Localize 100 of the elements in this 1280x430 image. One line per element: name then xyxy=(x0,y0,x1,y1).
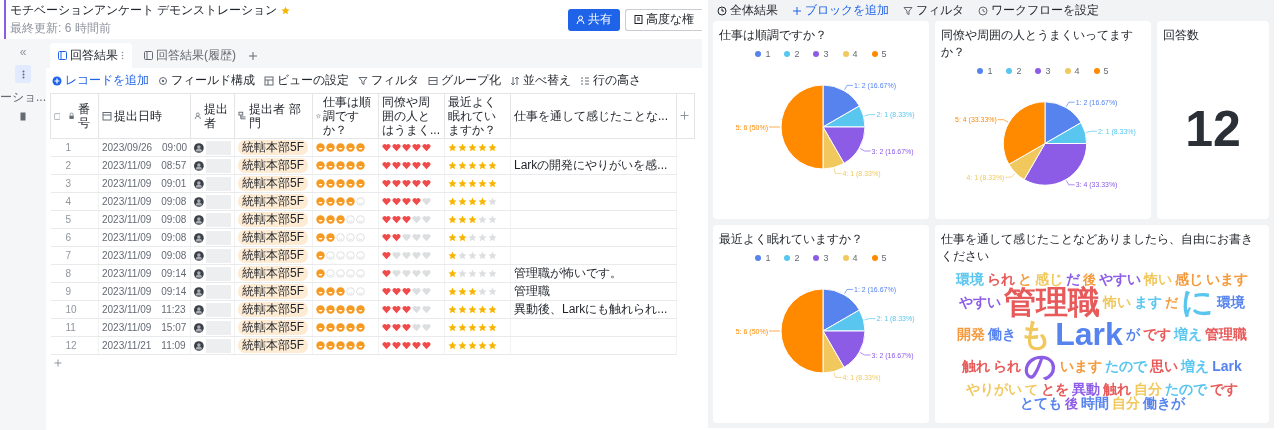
toolbar-button[interactable]: 並べ替え xyxy=(510,72,571,89)
star-icon xyxy=(448,341,457,350)
view-item[interactable] xyxy=(15,65,31,83)
date-text: 2023/11/09 xyxy=(102,321,152,335)
smiley-icon xyxy=(346,233,355,242)
star-icon xyxy=(488,215,497,224)
checkbox[interactable] xyxy=(54,111,61,121)
star-outline-icon xyxy=(316,111,321,121)
cloud-word: 思い xyxy=(1150,359,1179,373)
add-tab-icon[interactable] xyxy=(248,50,258,61)
legend-label: 1 xyxy=(765,49,771,59)
star-icon xyxy=(488,179,497,188)
smiley-icon xyxy=(316,233,325,242)
star-icon xyxy=(458,251,467,260)
row-number: 3 xyxy=(64,178,72,189)
smiley-icon xyxy=(326,287,335,296)
star-icon[interactable] xyxy=(281,6,291,15)
star-icon xyxy=(488,251,497,260)
cloud-word: 触れ xyxy=(962,359,991,373)
star-icon xyxy=(478,323,487,332)
view-tab[interactable]: 回答結果(履歴) xyxy=(136,43,244,68)
legend-label: 5 xyxy=(881,49,887,59)
toolbar-button[interactable]: レコードを追加 xyxy=(52,72,149,89)
star-icon xyxy=(478,287,487,296)
smiley-icon xyxy=(356,323,365,332)
star-icon xyxy=(448,197,457,206)
star-icon xyxy=(478,251,487,260)
row-number: 4 xyxy=(64,196,72,207)
smiley-icon xyxy=(356,251,365,260)
star-icon xyxy=(458,341,467,350)
date-text: 2023/11/21 xyxy=(102,339,152,353)
smiley-icon xyxy=(336,269,345,278)
document-title: モチベーションアンケート デモンストレーション xyxy=(10,2,278,19)
star-icon xyxy=(458,269,467,278)
leader-line xyxy=(1085,130,1098,133)
star-icon xyxy=(488,161,497,170)
comment-text: 異動後、Larkにも触れられ... xyxy=(514,302,668,316)
star-icon xyxy=(458,179,467,188)
cloud-word: たので xyxy=(1165,382,1207,396)
toolbar-button[interactable]: グループ化 xyxy=(428,72,501,89)
cloud-word: 自分 xyxy=(1134,382,1162,396)
smiley-icon xyxy=(316,179,325,188)
department-tag: 統轄本部5F xyxy=(238,230,308,245)
row-number: 9 xyxy=(64,286,72,297)
cloud-word: います xyxy=(1060,359,1103,373)
add-column-icon[interactable] xyxy=(680,111,689,120)
group-icon xyxy=(428,75,438,86)
department-tag: 統轄本部5F xyxy=(238,302,308,317)
column-header[interactable]: 提出日時 xyxy=(114,109,162,123)
filter-icon xyxy=(903,5,913,16)
time-text: 08:57 xyxy=(161,159,187,173)
time-text: 09:08 xyxy=(161,249,187,263)
leader-line xyxy=(768,126,781,128)
leader-line xyxy=(1005,173,1016,178)
department-tag: 統轄本部5F xyxy=(238,212,308,227)
star-icon xyxy=(468,143,477,152)
cloud-word: やすい xyxy=(959,295,1001,309)
row-number: 6 xyxy=(64,232,72,243)
star-icon xyxy=(478,197,487,206)
toolbar-button[interactable]: フィールド構成 xyxy=(158,72,255,89)
avatar xyxy=(194,340,204,351)
cloud-word: とても xyxy=(1019,396,1062,410)
view-tab[interactable]: 回答結果 xyxy=(50,43,132,68)
smiley-icon xyxy=(346,341,355,350)
comment-text: 管理職 xyxy=(514,284,550,298)
smiley-icon xyxy=(356,269,365,278)
gear-icon xyxy=(158,75,168,86)
smiley-icon xyxy=(346,161,355,170)
toolbar-button[interactable]: フィルタ xyxy=(358,72,419,89)
view-label[interactable]: ーショ... xyxy=(0,89,46,106)
toolbar-button[interactable]: 行の高さ xyxy=(580,72,641,89)
smiley-icon xyxy=(336,179,345,188)
dashboard-title[interactable]: 全体結果 xyxy=(717,2,778,19)
smiley-icon xyxy=(346,305,355,314)
star-icon xyxy=(458,287,467,296)
smiley-icon xyxy=(356,341,365,350)
share-button[interactable]: 共有 xyxy=(568,8,620,31)
permissions-button[interactable]: 高度な権 xyxy=(625,8,702,31)
smiley-icon xyxy=(326,179,335,188)
avatar xyxy=(194,232,204,243)
calendar-icon xyxy=(102,111,112,121)
document-icon[interactable] xyxy=(20,112,26,121)
toolbar-button[interactable]: フィルタ xyxy=(903,2,964,19)
toolbar-button[interactable]: ワークフローを設定 xyxy=(978,2,1099,19)
cloud-word: 働きが xyxy=(1142,396,1185,410)
star-icon xyxy=(478,215,487,224)
star-icon xyxy=(488,269,497,278)
star-icon xyxy=(488,341,497,350)
filter-icon xyxy=(358,75,368,86)
cloud-word: 後 xyxy=(1064,396,1078,410)
legend-label: 4 xyxy=(852,49,858,59)
smiley-icon xyxy=(326,341,335,350)
toolbar-button[interactable]: ブロックを追加 xyxy=(792,2,889,19)
toolbar-button[interactable]: ビューの設定 xyxy=(264,72,349,89)
cloud-word: 怖い xyxy=(1103,295,1131,309)
cloud-word: 環境 xyxy=(1217,295,1245,309)
smiley-icon xyxy=(316,269,325,278)
add-row-icon[interactable] xyxy=(54,359,62,367)
star-icon xyxy=(488,323,497,332)
plus-circle-icon xyxy=(52,75,62,86)
